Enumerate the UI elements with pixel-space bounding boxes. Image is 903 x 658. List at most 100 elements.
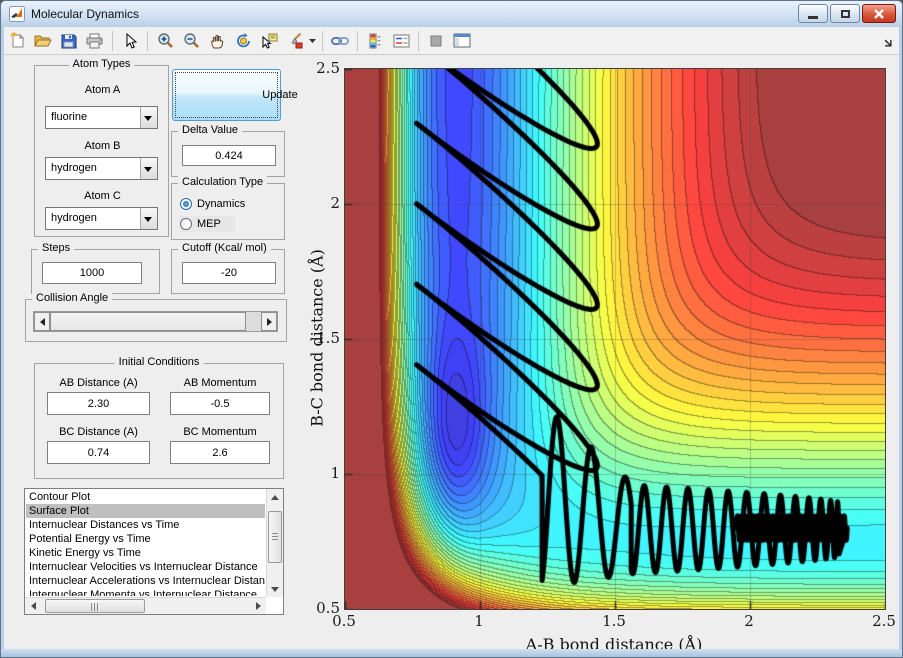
- toolbar-separator: [322, 30, 323, 51]
- rotate-3d-icon: [236, 33, 250, 48]
- ab-momentum-field[interactable]: [170, 392, 270, 415]
- slider-thumb[interactable]: [50, 312, 246, 331]
- toolbar-separator: [147, 30, 148, 51]
- open-file-button[interactable]: [31, 29, 55, 53]
- show-plot-tools-dock-icon: [453, 33, 471, 48]
- mep-radio-row[interactable]: MEP: [180, 216, 235, 232]
- hide-plot-tools-button[interactable]: [424, 29, 448, 53]
- x-tick-label: 2: [744, 612, 754, 630]
- scroll-up-button[interactable]: [267, 489, 283, 505]
- atom-c-dropdown[interactable]: hydrogen: [45, 207, 158, 230]
- dropdown-arrow-button[interactable]: [140, 208, 157, 229]
- hide-plot-tools-icon: [430, 35, 442, 46]
- update-button[interactable]: Update: [172, 69, 298, 121]
- atom-b-value: hydrogen: [51, 162, 97, 174]
- atom-c-label: Atom C: [84, 190, 121, 202]
- vertical-scrollbar[interactable]: [266, 489, 283, 597]
- data-cursor-button[interactable]: [257, 29, 281, 53]
- scroll-down-button[interactable]: [267, 581, 283, 597]
- cutoff-groupbox: Cutoff (Kcal/ mol): [171, 242, 285, 294]
- chevron-down-icon: [144, 116, 152, 121]
- plot-list-item[interactable]: Internuclear Velocities vs Internuclear …: [26, 560, 265, 574]
- vertical-scrollbar-thumb[interactable]: [268, 511, 282, 563]
- steps-field[interactable]: [42, 262, 142, 284]
- scroll-left-button[interactable]: [25, 598, 41, 614]
- slider-left-arrow[interactable]: [34, 312, 50, 331]
- ab-distance-field[interactable]: [47, 392, 150, 415]
- brush-data-button[interactable]: [283, 29, 307, 53]
- print-icon: [86, 33, 103, 48]
- print-figure-button[interactable]: [83, 29, 107, 53]
- collision-angle-slider[interactable]: [33, 311, 278, 332]
- close-button[interactable]: [862, 4, 896, 23]
- pan-button[interactable]: [205, 29, 229, 53]
- title-bar[interactable]: Molecular Dynamics: [1, 1, 902, 27]
- restore-button[interactable]: [830, 4, 860, 23]
- atom-b-dropdown[interactable]: hydrogen: [45, 157, 158, 180]
- zoom-out-button[interactable]: [179, 29, 203, 53]
- plot-list-item[interactable]: Internuclear Accelerations vs Internucle…: [26, 574, 265, 588]
- show-plot-tools-dock-button[interactable]: [450, 29, 474, 53]
- thumb-grip: [91, 603, 100, 611]
- delta-value-field[interactable]: [182, 145, 276, 166]
- atom-c-value: hydrogen: [51, 212, 97, 224]
- initial-conditions-legend: Initial Conditions: [114, 356, 204, 368]
- new-figure-icon: [10, 32, 24, 48]
- brush-dropdown-caret[interactable]: [308, 29, 318, 53]
- zoom-in-icon: [157, 33, 173, 48]
- delta-value-groupbox: Delta Value: [171, 124, 285, 177]
- insert-legend-button[interactable]: [389, 29, 413, 53]
- new-figure-button[interactable]: [5, 29, 29, 53]
- plot-type-listbox[interactable]: Contour Plot Surface Plot Internuclear Dis…: [24, 488, 284, 615]
- plot-list-item[interactable]: Internuclear Momenta vs Internuclear Dis…: [26, 588, 265, 596]
- save-icon: [61, 34, 77, 48]
- zoom-in-button[interactable]: [153, 29, 177, 53]
- minimize-button[interactable]: [798, 4, 828, 23]
- cutoff-field[interactable]: [182, 262, 276, 284]
- insert-colorbar-button[interactable]: [363, 29, 387, 53]
- plot-list-item[interactable]: Potential Energy vs Time: [26, 532, 265, 546]
- chevron-down-icon: [144, 217, 152, 222]
- legend-icon: [393, 34, 409, 47]
- plot-list-item[interactable]: Surface Plot: [26, 504, 265, 518]
- edit-plot-arrow-icon: [126, 32, 137, 49]
- horizontal-scrollbar-thumb[interactable]: [45, 599, 145, 613]
- overflow-arrow-icon: [884, 39, 892, 47]
- dynamics-radio[interactable]: [180, 198, 192, 210]
- bc-distance-label: BC Distance (A): [59, 426, 138, 438]
- bc-distance-field[interactable]: [47, 441, 150, 464]
- scroll-right-button[interactable]: [250, 598, 266, 614]
- plot-list-item[interactable]: Kinetic Energy vs Time: [26, 546, 265, 560]
- rotate-3d-button[interactable]: [231, 29, 255, 53]
- horizontal-scrollbar[interactable]: [25, 597, 266, 614]
- steps-legend: Steps: [38, 242, 75, 254]
- plot-list-item[interactable]: Internuclear Distances vs Time: [26, 518, 265, 532]
- open-file-icon: [34, 35, 52, 46]
- plot-list-item[interactable]: Contour Plot: [26, 490, 265, 504]
- dropdown-arrow-button[interactable]: [140, 158, 157, 179]
- edit-plot-button[interactable]: [118, 29, 142, 53]
- x-tick-label: 2.5: [872, 612, 896, 630]
- save-figure-button[interactable]: [57, 29, 81, 53]
- bc-momentum-field[interactable]: [170, 441, 270, 464]
- brush-icon: [291, 32, 302, 49]
- dynamics-radio-row[interactable]: Dynamics: [180, 196, 245, 212]
- chevron-down-icon: [309, 38, 316, 43]
- atom-a-value: fluorine: [51, 111, 88, 123]
- y-tick-label: 2.5: [316, 59, 340, 77]
- link-plot-button[interactable]: [328, 29, 352, 53]
- slider-right-arrow[interactable]: [261, 312, 277, 331]
- app-window: Molecular Dynamics Atom Types Atom A flu…: [0, 0, 903, 658]
- mep-radio[interactable]: [180, 218, 192, 230]
- dropdown-arrow-button[interactable]: [140, 107, 157, 128]
- atom-types-legend: Atom Types: [68, 58, 135, 70]
- delta-value-legend: Delta Value: [178, 124, 243, 136]
- toolbar-overflow-button[interactable]: [883, 35, 893, 53]
- atom-a-dropdown[interactable]: fluorine: [45, 106, 158, 129]
- mep-radio-label: MEP: [197, 218, 221, 230]
- collision-angle-legend: Collision Angle: [32, 292, 113, 304]
- toolbar-separator: [112, 30, 113, 51]
- minimize-icon: [808, 16, 818, 19]
- y-axis-label: B-C bond distance (Å): [307, 249, 327, 427]
- y-tick-label: 2: [330, 194, 340, 212]
